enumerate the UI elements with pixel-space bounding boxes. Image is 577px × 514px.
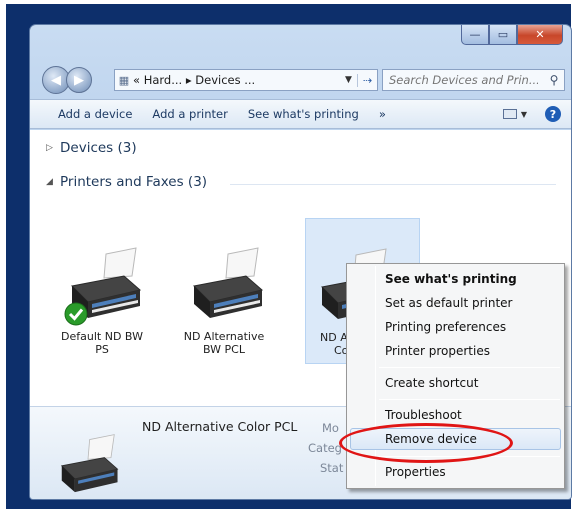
menu-separator (379, 367, 560, 368)
minimize-button[interactable]: — (461, 25, 489, 45)
menu-item-properties[interactable]: Properties (385, 465, 446, 479)
menu-item-set-default[interactable]: Set as default printer (385, 296, 513, 310)
address-path[interactable]: « Hard... ▸ Devices ... (133, 73, 339, 87)
close-button[interactable]: ✕ (517, 25, 563, 45)
details-category-label: Categ (308, 441, 342, 455)
printer-item[interactable]: ND Alternative BW PCL (174, 218, 274, 364)
menu-item-printer-properties[interactable]: Printer properties (385, 344, 490, 358)
printer-item[interactable]: Default ND BW PS (52, 218, 152, 364)
printer-label: Default ND BW PS (61, 330, 143, 356)
group-devices-header[interactable]: ▷ Devices (3) (46, 140, 137, 156)
context-menu: See what's printing Set as default print… (346, 263, 565, 489)
expand-icon[interactable]: ▷ (46, 143, 60, 153)
maximize-button[interactable]: ▭ (489, 25, 517, 45)
search-icon[interactable]: ⚲ (544, 73, 564, 87)
menu-item-see-whats-printing[interactable]: See what's printing (385, 272, 517, 286)
add-device-button[interactable]: Add a device (30, 107, 142, 121)
view-options-icon[interactable] (502, 109, 517, 119)
group-printers-header[interactable]: ◢ Printers and Faxes (3) (46, 174, 207, 190)
command-toolbar: Add a device Add a printer See what's pr… (30, 99, 571, 129)
group-divider (230, 184, 556, 185)
refresh-icon[interactable]: ⇢ (357, 73, 377, 87)
control-panel-icon: ▦ (118, 73, 130, 87)
menu-item-printing-preferences[interactable]: Printing preferences (385, 320, 506, 334)
printer-icon (60, 434, 119, 493)
menu-separator (379, 399, 560, 400)
details-status-label: Stat (320, 461, 344, 475)
details-device-name: ND Alternative Color PCL (142, 419, 298, 434)
menu-separator (379, 456, 560, 457)
title-bar[interactable]: — ▭ ✕ (30, 25, 571, 59)
window-controls: — ▭ ✕ (461, 25, 563, 45)
chevron-down-icon[interactable]: ▼ (521, 110, 527, 119)
forward-button[interactable]: ▶ (66, 67, 92, 93)
navigation-bar: ◀ ▶ ▦ « Hard... ▸ Devices ... ▼ ⇢ ⚲ (38, 65, 565, 95)
chevron-down-icon[interactable]: ▼ (339, 75, 357, 85)
more-commands-button[interactable]: » (369, 107, 396, 121)
collapse-icon[interactable]: ◢ (46, 177, 60, 187)
search-input[interactable] (383, 70, 544, 90)
help-icon[interactable]: ? (545, 106, 561, 122)
menu-item-troubleshoot[interactable]: Troubleshoot (385, 408, 462, 422)
printer-icon (192, 247, 264, 318)
default-check-icon (64, 302, 88, 326)
details-model-label: Mo (322, 421, 339, 435)
menu-gutter (375, 266, 376, 486)
search-box[interactable]: ⚲ (382, 69, 565, 91)
group-devices-label: Devices (3) (60, 140, 137, 156)
address-bar[interactable]: ▦ « Hard... ▸ Devices ... ▼ ⇢ (114, 69, 378, 91)
add-printer-button[interactable]: Add a printer (142, 107, 237, 121)
toolbar-right: ▼ ? (502, 106, 571, 122)
see-whats-printing-button[interactable]: See what's printing (238, 107, 369, 121)
menu-item-create-shortcut[interactable]: Create shortcut (385, 376, 478, 390)
printer-label: ND Alternative BW PCL (183, 330, 265, 356)
group-printers-label: Printers and Faxes (3) (60, 174, 208, 190)
menu-item-remove-device[interactable]: Remove device (385, 432, 477, 446)
